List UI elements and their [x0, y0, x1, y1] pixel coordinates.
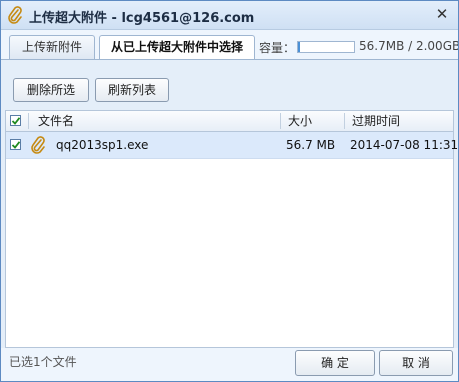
list-header: 文件名 大小 过期时间: [6, 111, 453, 132]
cancel-button[interactable]: 取 消: [379, 350, 453, 376]
table-row[interactable]: qq2013sp1.exe 56.7 MB 2014-07-08 11:31: [6, 132, 458, 159]
window-title: 上传超大附件 - lcg4561@126.com: [29, 11, 255, 26]
tab-select-uploaded[interactable]: 从已上传超大附件中选择: [99, 35, 255, 60]
quota-progress-bar: [297, 41, 355, 53]
column-divider: [344, 113, 345, 129]
title-bar: 上传超大附件 - lcg4561@126.com ✕: [1, 1, 458, 30]
header-size[interactable]: 大小: [288, 111, 312, 131]
delete-selected-button[interactable]: 删除所选: [13, 78, 89, 102]
file-list: 文件名 大小 过期时间 qq2013sp1.exe 56.7 MB 2014-0…: [5, 110, 458, 348]
paperclip-icon: [7, 6, 23, 24]
paperclip-icon: [30, 132, 48, 158]
quota-progress-fill: [298, 42, 300, 52]
quota-label: 容量：: [259, 41, 296, 55]
select-all-checkbox[interactable]: [10, 115, 21, 126]
row-checkbox[interactable]: [10, 139, 21, 150]
tab-upload-new[interactable]: 上传新附件: [9, 35, 95, 59]
file-panel: 删除所选 刷新列表 文件名 大小 过期时间 qq2013sp1.exe 56.7…: [1, 59, 458, 348]
ok-button[interactable]: 确 定: [295, 350, 375, 376]
tab-bar: 上传新附件 从已上传超大附件中选择 容量： 56.7MB / 2.00GB: [1, 29, 459, 60]
header-filename[interactable]: 文件名: [38, 111, 74, 131]
quota-usage-text: 56.7MB / 2.00GB: [359, 39, 459, 53]
header-expires[interactable]: 过期时间: [352, 111, 400, 131]
close-icon[interactable]: ✕: [434, 6, 450, 22]
refresh-list-button[interactable]: 刷新列表: [95, 78, 169, 102]
selection-status: 已选1个文件: [9, 355, 77, 369]
file-size: 56.7 MB: [286, 138, 336, 152]
upload-dialog: 上传超大附件 - lcg4561@126.com ✕ 上传新附件 从已上传超大附…: [0, 0, 459, 382]
column-divider: [280, 113, 281, 129]
column-divider: [28, 113, 29, 129]
file-name: qq2013sp1.exe: [56, 138, 149, 152]
file-expires: 2014-07-08 11:31: [350, 138, 459, 152]
